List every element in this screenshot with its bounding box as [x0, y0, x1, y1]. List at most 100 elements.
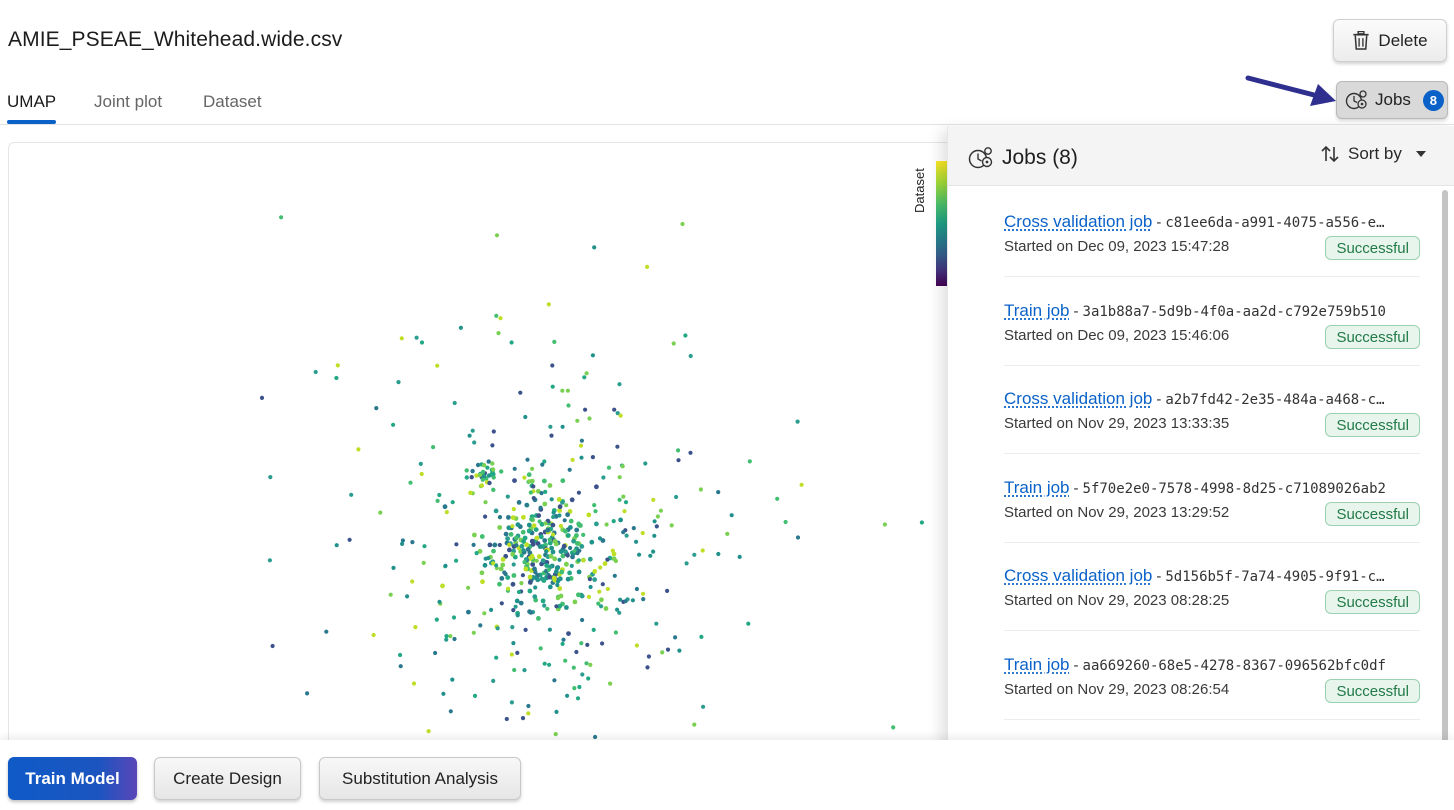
scatter-point [598, 565, 603, 570]
scatter-point [521, 548, 526, 553]
scatter-point [564, 503, 569, 508]
scatter-point [482, 473, 487, 479]
scatter-point [374, 406, 379, 411]
scatter-point [603, 606, 609, 611]
scatter-point [543, 521, 548, 526]
scatter-point [334, 375, 339, 381]
scatter-point [521, 514, 526, 520]
annotation-arrow [1245, 75, 1336, 106]
job-status-badge: Successful [1325, 679, 1420, 703]
job-type-link[interactable]: Train job [1004, 478, 1070, 498]
scatter-point [527, 580, 533, 585]
job-type-link[interactable]: Train job [1004, 301, 1070, 321]
scatter-point [398, 664, 403, 669]
substitution-analysis-button[interactable]: Substitution Analysis [319, 757, 521, 800]
scatter-point [540, 462, 545, 467]
scatter-point [716, 551, 721, 557]
jobs-panel-title: Jobs (8) [1002, 146, 1078, 169]
scatter-point [646, 654, 652, 659]
scatter-point [530, 541, 536, 547]
scatter-point [569, 497, 575, 503]
scatter-point [497, 542, 502, 548]
umap-scatter-plot[interactable] [0, 0, 948, 745]
job-type-link[interactable]: Cross validation job [1004, 566, 1152, 586]
scatter-point [524, 502, 529, 508]
scatter-point [478, 623, 483, 628]
scatter-point [590, 455, 596, 460]
scatter-point [597, 589, 602, 594]
scatter-point [574, 527, 580, 533]
scatter-point [579, 438, 585, 443]
job-type-link[interactable]: Train job [1004, 655, 1070, 675]
scatter-point [579, 455, 584, 460]
scatter-point [527, 574, 533, 580]
job-type-link[interactable]: Cross validation job [1004, 212, 1152, 232]
scatter-point [477, 472, 483, 478]
scatter-point [580, 617, 585, 623]
scatter-point [464, 475, 469, 480]
scatter-point [548, 424, 553, 429]
scatter-point [783, 519, 788, 525]
scatter-point [612, 573, 617, 578]
scatter-point [411, 681, 417, 686]
jobs-button-label: Jobs [1375, 90, 1411, 109]
scatter-point [479, 534, 485, 539]
scatter-point [698, 487, 704, 492]
scatter-point [444, 637, 449, 642]
scatter-point [444, 509, 449, 515]
scatter-point [547, 574, 553, 580]
scatter-point [391, 422, 396, 427]
scatter-point [505, 536, 510, 542]
delete-button-label: Delete [1378, 30, 1428, 50]
scatter-point [550, 384, 555, 389]
create-design-button[interactable]: Create Design [154, 757, 301, 800]
scatter-point [514, 543, 519, 548]
scatter-point [643, 461, 648, 466]
scatter-point [570, 457, 575, 462]
scatter-point [592, 577, 597, 582]
scatter-point [482, 611, 487, 616]
sort-by-button[interactable]: Sort by [1320, 144, 1426, 164]
scatter-point [495, 626, 500, 631]
scatter-point [577, 548, 582, 553]
scatter-point [574, 649, 579, 655]
scatter-point [554, 565, 560, 571]
scatter-point [528, 610, 533, 615]
scatter-point [683, 333, 688, 338]
scatter-point [576, 490, 582, 495]
scatter-point [583, 407, 588, 412]
scatter-point [645, 665, 650, 670]
jobs-button[interactable]: Jobs 8 [1336, 81, 1448, 119]
scatter-point [576, 569, 582, 575]
scatter-point [419, 471, 424, 477]
scatter-point [553, 732, 558, 737]
scatter-point [487, 542, 493, 548]
job-status-badge: Successful [1325, 236, 1420, 260]
jobs-list: Cross validation job - c81ee6da-a991-407… [948, 188, 1448, 746]
scatter-point [669, 523, 674, 528]
scatter-point [526, 528, 532, 534]
jobs-list-scrollbar[interactable] [1442, 190, 1448, 746]
train-model-button[interactable]: Train Model [8, 757, 137, 800]
scatter-point [665, 647, 671, 652]
scatter-point [443, 563, 448, 569]
scatter-point [648, 553, 653, 558]
scatter-point [511, 641, 516, 646]
scatter-point [500, 557, 506, 562]
scatter-point [506, 515, 511, 520]
scatter-point [560, 388, 565, 393]
scatter-point [492, 543, 497, 548]
scatter-point [622, 509, 627, 514]
scatter-point [529, 516, 534, 522]
scatter-point [587, 577, 593, 582]
scatter-point [487, 480, 492, 486]
job-item: Train job - aa669260-68e5-4278-8367-0965… [1004, 631, 1420, 720]
scatter-point [419, 340, 425, 345]
job-id: a2b7fd42-2e35-484a-a468-c… [1165, 392, 1385, 408]
scatter-point [466, 585, 471, 590]
scatter-point [623, 500, 629, 505]
scatter-point [499, 469, 504, 474]
scatter-point [611, 519, 616, 524]
job-type-link[interactable]: Cross validation job [1004, 389, 1152, 409]
delete-button[interactable]: Delete [1333, 19, 1447, 62]
